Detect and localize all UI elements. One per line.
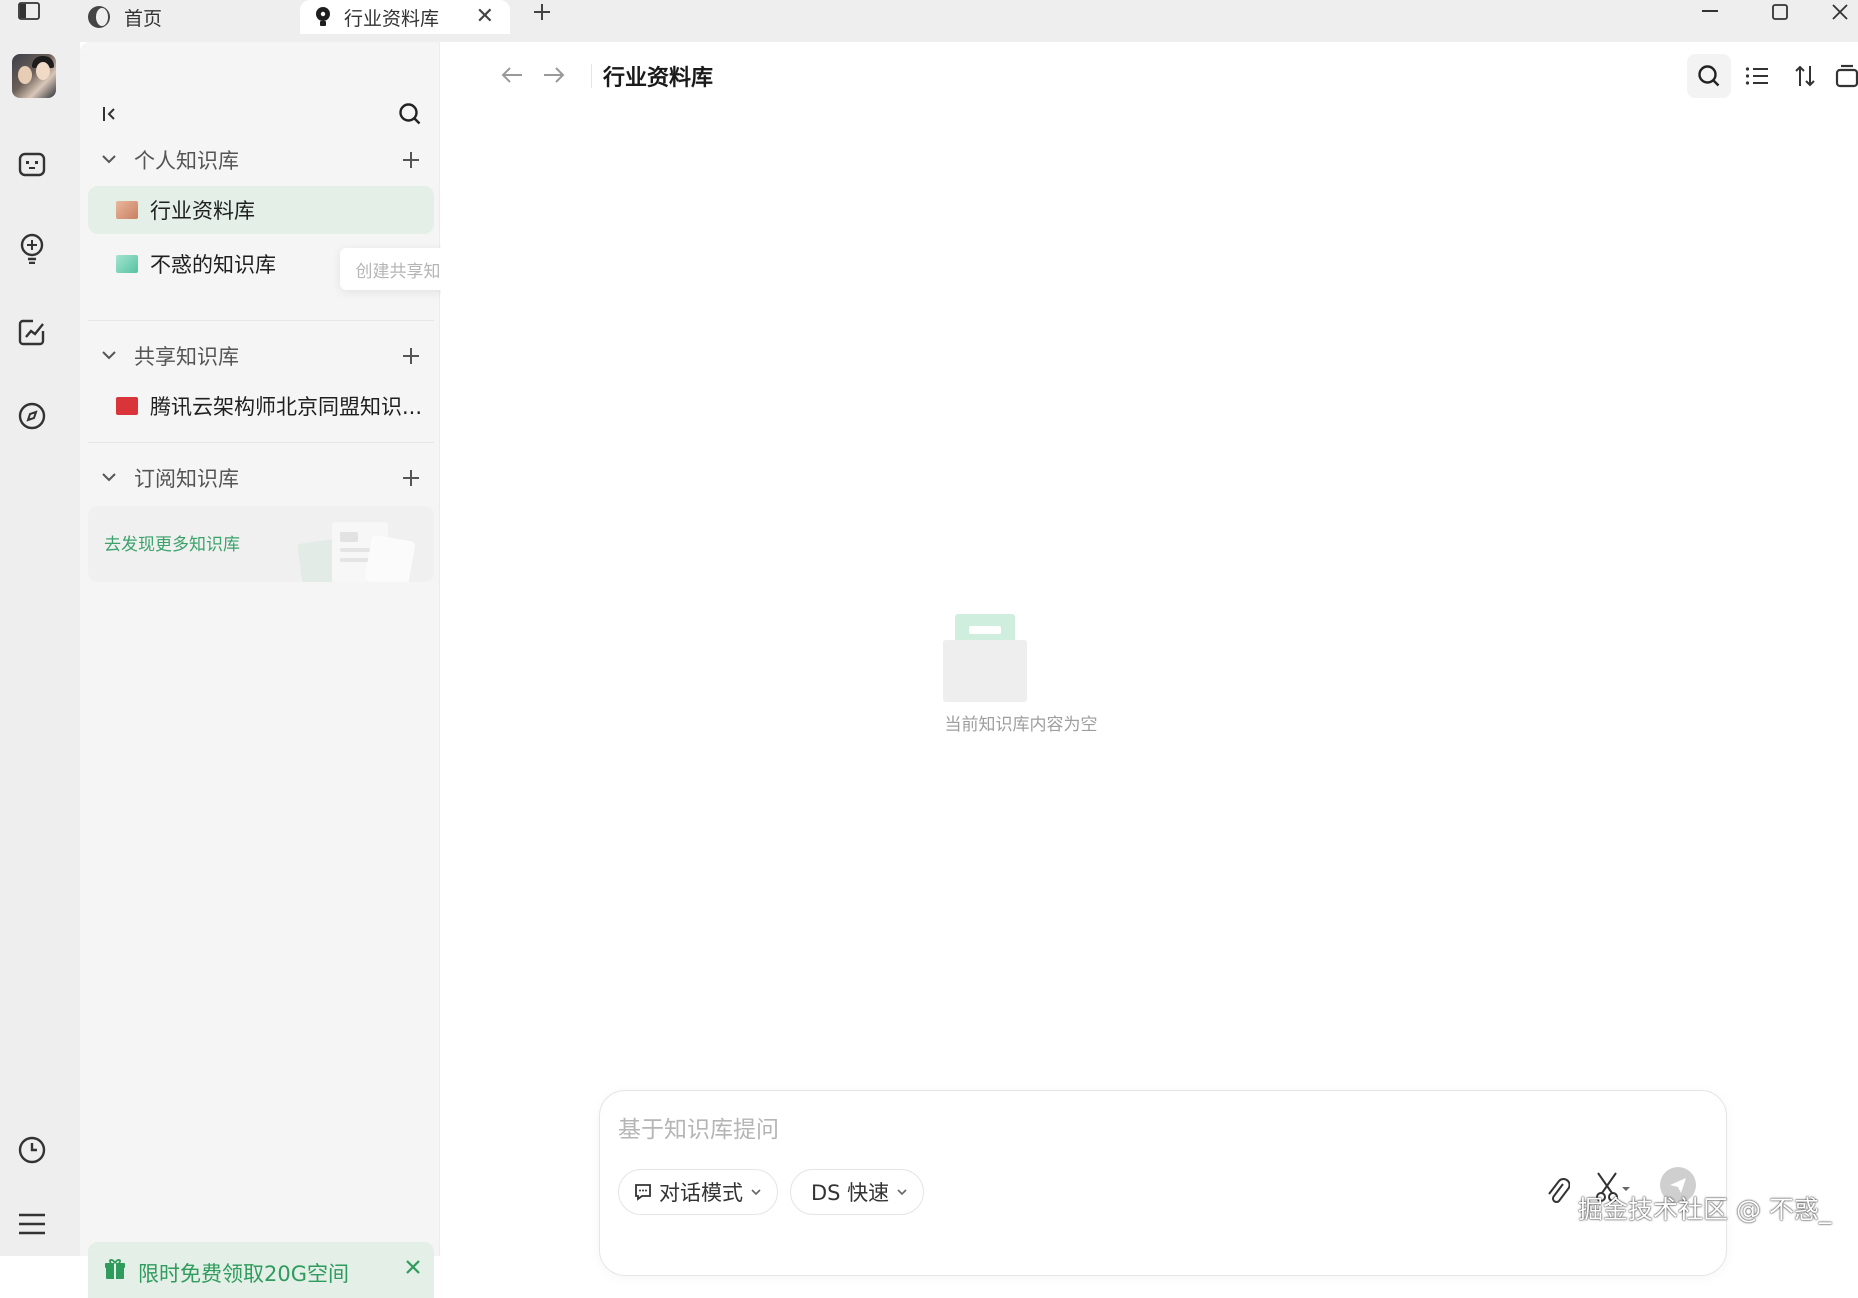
chevron-down-icon <box>100 150 118 172</box>
search-icon[interactable] <box>1687 54 1731 98</box>
close-window-icon[interactable] <box>1822 0 1858 24</box>
kb-item-label: 腾讯云架构师北京同盟知识... <box>150 395 423 419</box>
list-view-icon[interactable] <box>1735 54 1779 98</box>
tab-knowledge-base[interactable]: 行业资料库 ✕ <box>300 0 510 34</box>
mode-selector[interactable]: 对话模式 <box>618 1169 778 1215</box>
avatar[interactable] <box>12 54 56 98</box>
tab-home[interactable]: 首页 <box>88 0 268 34</box>
minimize-icon[interactable] <box>1685 0 1735 24</box>
chat-bubble-icon <box>635 1184 651 1201</box>
main-panel: 行业资料库 当前知识库内容为空 对话模式 DS 快速 <box>441 42 1858 1276</box>
back-arrow-icon[interactable] <box>497 60 527 90</box>
chevron-down-icon <box>100 468 118 490</box>
add-content-icon[interactable] <box>1831 54 1858 98</box>
mode-label: 对话模式 <box>659 1181 743 1205</box>
robot-icon[interactable] <box>10 142 54 186</box>
maximize-icon[interactable] <box>1755 0 1805 24</box>
menu-icon[interactable] <box>10 1202 54 1246</box>
section-subscribed-label: 订阅知识库 <box>134 467 239 491</box>
close-promo-icon[interactable] <box>404 1258 422 1280</box>
kb-cover-icon <box>116 201 138 219</box>
model-selector[interactable]: DS 快速 <box>790 1169 925 1215</box>
forward-arrow-icon[interactable] <box>539 60 569 90</box>
divider <box>88 442 434 443</box>
section-shared[interactable]: 共享知识库 <box>80 334 440 378</box>
documents-illustration-icon <box>298 522 416 582</box>
question-input[interactable] <box>618 1109 1618 1149</box>
kb-cover-icon <box>116 397 138 415</box>
kb-cover-icon <box>116 255 138 273</box>
divider <box>88 320 434 321</box>
chevron-down-icon <box>897 1189 907 1196</box>
model-label: DS 快速 <box>811 1181 890 1205</box>
promo-label: 限时免费领取20G空间 <box>138 1262 349 1286</box>
knowledge-sidebar: 个人知识库 行业资料库 不惑的知识库 共享知识库 腾讯云架构师北京同盟知识...… <box>80 42 440 1298</box>
attachment-icon[interactable] <box>1546 1175 1571 1211</box>
new-tab-icon[interactable] <box>530 0 554 24</box>
kb-item-industry[interactable]: 行业资料库 <box>88 186 434 234</box>
search-icon[interactable] <box>392 96 428 132</box>
divider <box>591 64 592 88</box>
add-shared-kb-icon[interactable] <box>398 343 424 369</box>
idea-icon[interactable] <box>10 226 54 270</box>
kb-item-tencent[interactable]: 腾讯云架构师北京同盟知识... <box>88 382 434 430</box>
empty-state-label: 当前知识库内容为空 <box>944 715 1098 735</box>
free-storage-promo[interactable]: 限时免费领取20G空间 <box>88 1242 434 1298</box>
discover-more-label: 去发现更多知识库 <box>104 535 240 555</box>
add-subscribed-kb-icon[interactable] <box>398 465 424 491</box>
history-clock-icon[interactable] <box>10 1128 54 1172</box>
kb-item-label: 行业资料库 <box>150 199 255 223</box>
tab-home-label: 首页 <box>124 7 163 30</box>
gift-icon <box>104 1258 126 1284</box>
section-personal-label: 个人知识库 <box>134 149 239 173</box>
page-title: 行业资料库 <box>603 66 714 91</box>
home-logo-icon <box>88 6 110 28</box>
tab-knowledge-base-label: 行业资料库 <box>344 7 440 30</box>
collapse-sidebar-icon[interactable] <box>92 96 128 132</box>
bulb-icon <box>314 6 332 28</box>
sort-icon[interactable] <box>1783 54 1827 98</box>
empty-box-icon <box>943 614 1027 702</box>
section-personal[interactable]: 个人知识库 <box>80 138 440 182</box>
edit-chart-icon[interactable] <box>10 310 54 354</box>
close-tab-icon[interactable]: ✕ <box>476 4 494 29</box>
kb-item-label: 不惑的知识库 <box>150 253 276 277</box>
chevron-down-icon <box>751 1189 761 1196</box>
sidebar-toggle-icon[interactable] <box>14 0 44 22</box>
chevron-down-icon <box>100 346 118 368</box>
add-personal-kb-icon[interactable] <box>398 147 424 173</box>
left-rail <box>0 42 80 1256</box>
section-shared-label: 共享知识库 <box>134 345 239 369</box>
question-composer: 对话模式 DS 快速 <box>599 1090 1727 1276</box>
section-subscribed[interactable]: 订阅知识库 <box>80 456 440 500</box>
compass-icon[interactable] <box>10 394 54 438</box>
watermark: 掘金技术社区 @ 不惑_ <box>1578 1195 1832 1224</box>
discover-more-card[interactable]: 去发现更多知识库 <box>88 506 434 582</box>
title-bar: 首页 行业资料库 ✕ <box>0 0 1858 42</box>
